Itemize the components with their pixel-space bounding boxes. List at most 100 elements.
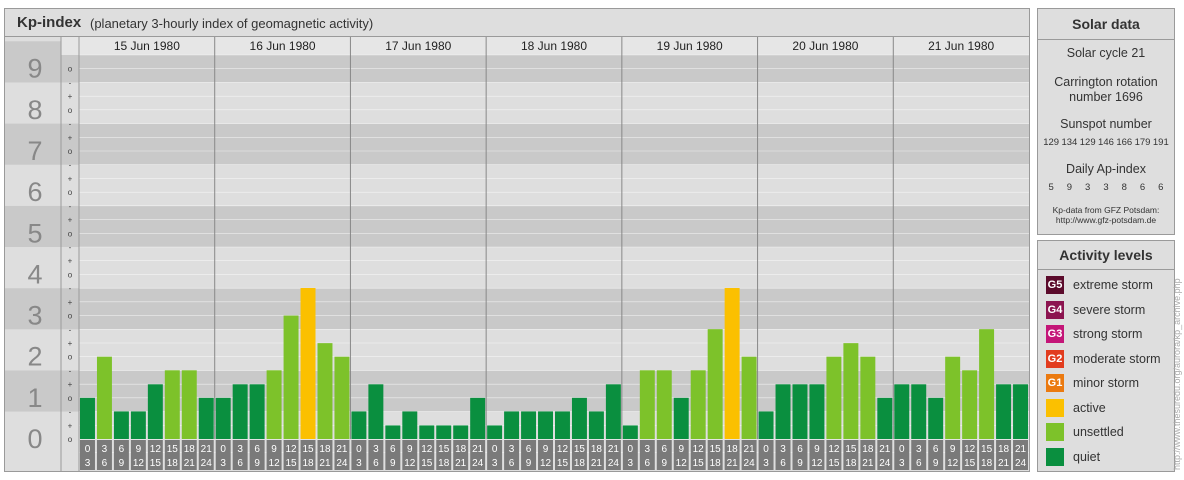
sub-tick-label: + — [68, 216, 73, 225]
sub-tick-label: o — [68, 270, 73, 279]
kp-bar — [792, 384, 808, 439]
hour-start-label: 15 — [438, 444, 450, 455]
sub-tick-label: + — [68, 298, 73, 307]
kp-bar — [147, 384, 163, 439]
hour-start-label: 15 — [574, 444, 586, 455]
hour-end-label: 9 — [390, 458, 396, 469]
hour-end-label: 24 — [336, 458, 348, 469]
hour-start-label: 6 — [526, 444, 532, 455]
legend-label: quiet — [1073, 449, 1101, 464]
legend-swatch: G5 — [1046, 276, 1064, 294]
kp-band — [5, 288, 1029, 330]
hour-start-label: 21 — [1015, 444, 1027, 455]
watermark: http://www.thesuredu.org/aurora/kp_archi… — [1172, 278, 1182, 470]
legend-swatch: G1 — [1046, 374, 1064, 392]
kp-bar — [266, 370, 282, 439]
kp-bar — [639, 370, 655, 439]
kp-band — [5, 164, 1029, 206]
kp-bar — [249, 384, 265, 439]
sunspot-value: 129 — [1043, 137, 1060, 148]
sunspot-value: 191 — [1152, 137, 1169, 148]
legend-swatch: G2 — [1046, 349, 1064, 368]
hour-start-label: 0 — [356, 444, 362, 455]
legend-item-minor-storm: G1 minor storm — [1046, 373, 1139, 393]
kp-bar — [962, 370, 978, 439]
sub-tick-label: - — [69, 78, 72, 87]
hour-start-label: 0 — [763, 444, 769, 455]
kp-bar — [504, 411, 520, 439]
hour-start-label: 6 — [390, 444, 396, 455]
day-label: 20 Jun 1980 — [792, 39, 858, 53]
legend-label: severe storm — [1073, 302, 1146, 317]
hour-end-label: 24 — [472, 458, 484, 469]
hour-start-label: 9 — [271, 444, 277, 455]
ap-value: 9 — [1066, 182, 1073, 193]
hour-end-label: 21 — [455, 458, 467, 469]
hour-end-label: 15 — [285, 458, 297, 469]
hour-end-label: 6 — [916, 458, 922, 469]
hour-end-label: 9 — [254, 458, 260, 469]
hour-end-label: 24 — [201, 458, 213, 469]
kp-bar — [809, 384, 825, 439]
kp-bar — [860, 356, 876, 439]
hour-end-label: 18 — [302, 458, 314, 469]
kp-bar — [436, 425, 452, 439]
hour-start-label: 18 — [184, 444, 196, 455]
kp-bar — [164, 370, 180, 439]
hour-end-label: 15 — [421, 458, 433, 469]
legend-item-strong-storm: G3 strong storm — [1046, 324, 1142, 344]
ap-value: 5 — [1048, 182, 1054, 193]
hour-end-label: 18 — [845, 458, 857, 469]
kp-band — [5, 82, 1029, 124]
day-label: 17 Jun 1980 — [385, 39, 451, 53]
hour-end-label: 15 — [150, 458, 162, 469]
hour-start-label: 12 — [828, 444, 840, 455]
hour-end-label: 3 — [356, 458, 362, 469]
hour-start-label: 12 — [285, 444, 297, 455]
legend-swatch: G4 — [1046, 300, 1064, 319]
legend-swatch — [1046, 398, 1064, 417]
ap-title: Daily Ap-index — [1066, 162, 1146, 176]
kp-bar — [232, 384, 248, 439]
ap-value: 6 — [1158, 182, 1164, 193]
kp-bar-chart: 0123456789o+-o+-o+-o+-o+-o+-o+-o+-o+-o15… — [5, 37, 1029, 471]
hour-start-label: 3 — [237, 444, 243, 455]
y-tick-label: 0 — [27, 424, 42, 454]
sub-tick-label: + — [68, 92, 73, 101]
hour-start-label: 18 — [319, 444, 331, 455]
kp-bar — [521, 411, 537, 439]
hour-end-label: 21 — [591, 458, 603, 469]
kp-bar — [1013, 384, 1028, 439]
kp-bar — [690, 370, 706, 439]
hour-end-label: 9 — [526, 458, 532, 469]
kp-band — [5, 329, 1029, 371]
hour-end-label: 24 — [879, 458, 891, 469]
sub-tick-label: o — [68, 147, 73, 156]
hour-end-label: 3 — [220, 458, 226, 469]
hour-end-label: 3 — [763, 458, 769, 469]
hour-start-label: 18 — [862, 444, 874, 455]
kp-bar — [707, 329, 723, 439]
hour-end-label: 6 — [237, 458, 243, 469]
source-line2: http://www.gfz-potsdam.de — [1055, 215, 1157, 225]
ap-value: 3 — [1103, 182, 1109, 193]
kp-bar — [979, 329, 995, 439]
hour-start-label: 15 — [845, 444, 857, 455]
legend-item-unsettled: unsettled — [1046, 422, 1124, 442]
kp-bar — [826, 356, 842, 439]
hour-start-label: 3 — [373, 444, 379, 455]
hour-end-label: 12 — [404, 458, 416, 469]
hour-end-label: 18 — [167, 458, 179, 469]
kp-bar — [402, 411, 418, 439]
hour-end-label: 12 — [540, 458, 552, 469]
sub-tick-label: - — [69, 243, 72, 252]
hour-start-label: 18 — [591, 444, 603, 455]
day-label: 21 Jun 1980 — [928, 39, 994, 53]
kp-bar — [588, 411, 604, 439]
legend-item-extreme-storm: G5 extreme storm — [1046, 275, 1153, 295]
hour-start-label: 12 — [693, 444, 705, 455]
kp-bar — [741, 356, 757, 439]
hour-start-label: 0 — [220, 444, 226, 455]
hour-end-label: 15 — [557, 458, 569, 469]
legend-swatch: G3 — [1046, 325, 1064, 343]
